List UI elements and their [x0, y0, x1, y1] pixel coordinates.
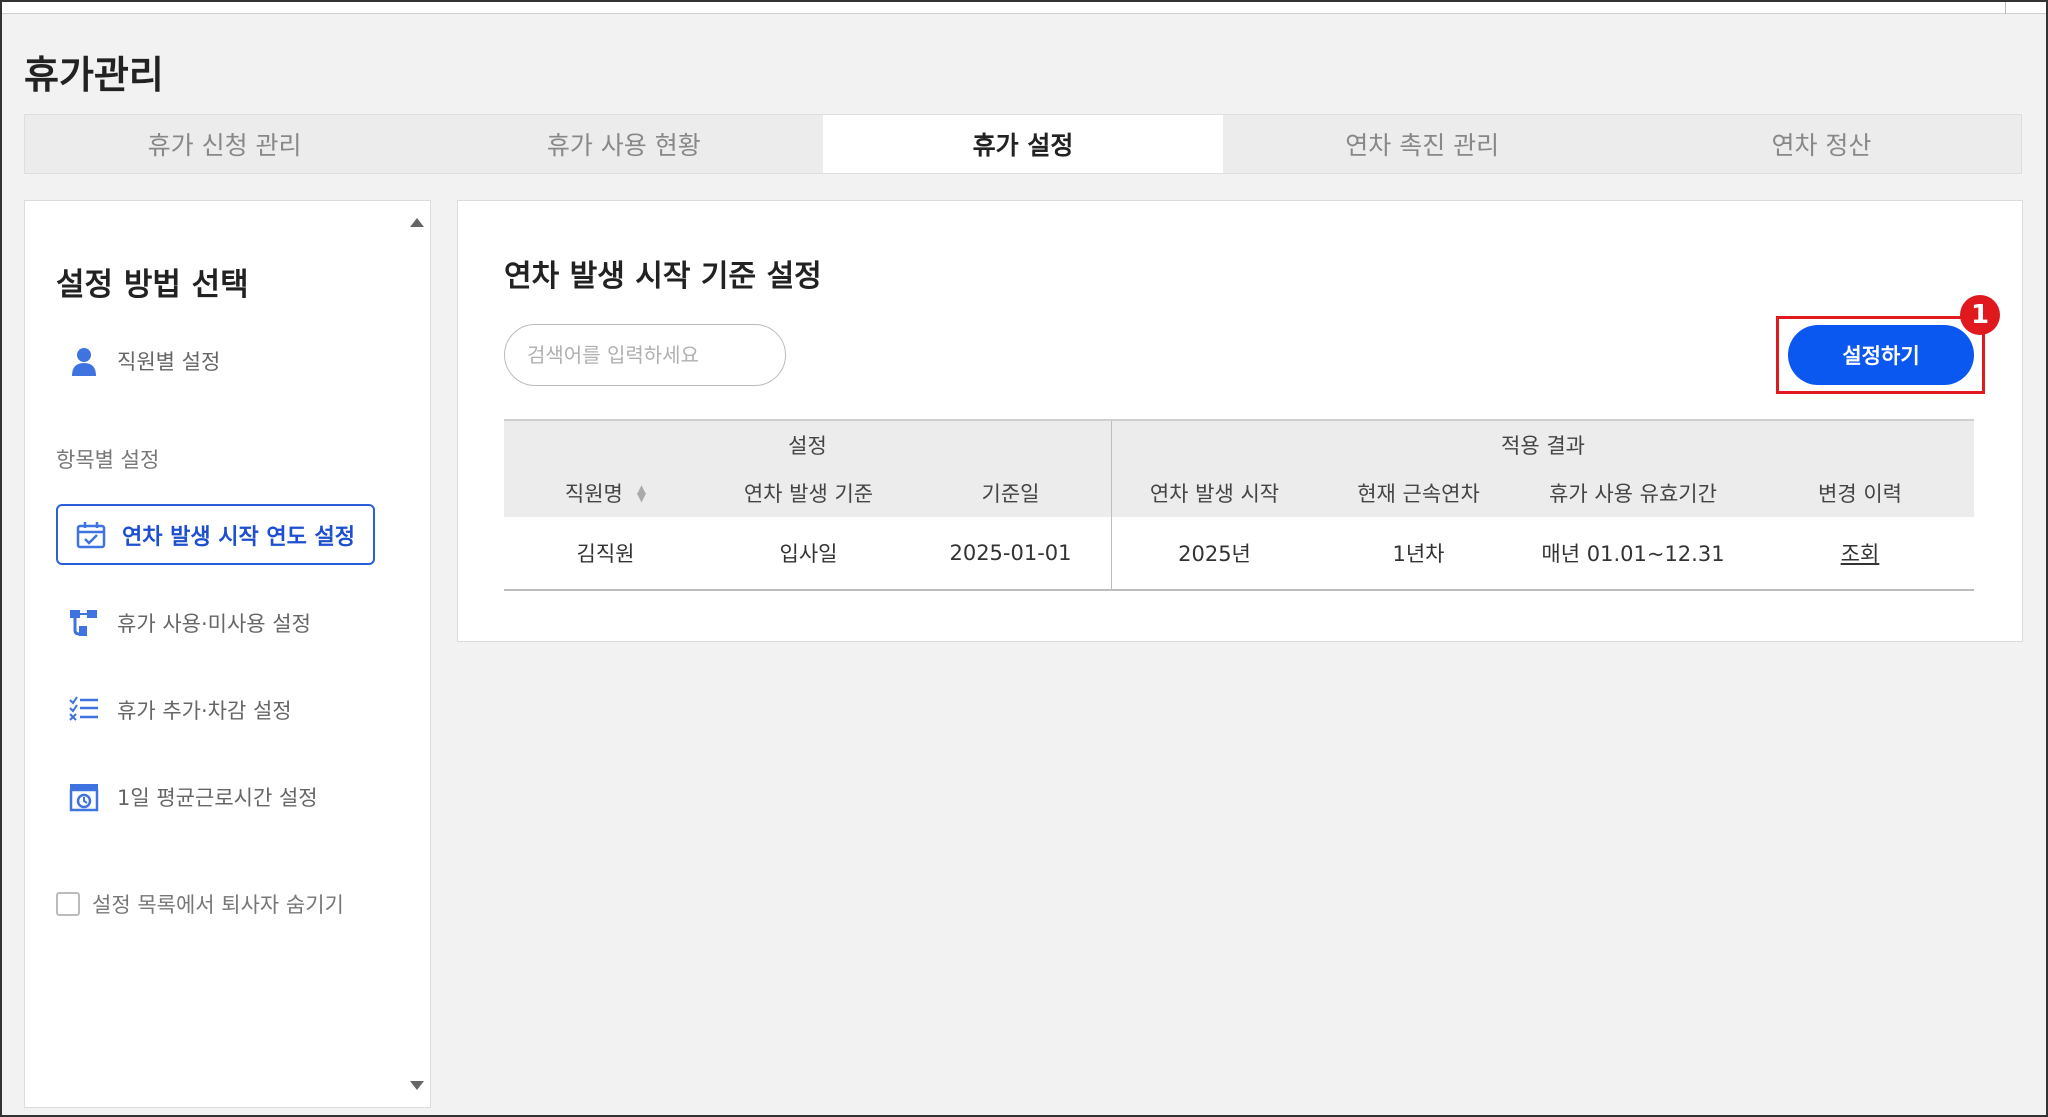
- sidebar-item-label: 휴가 추가·차감 설정: [117, 699, 292, 723]
- column-header-name[interactable]: 직원명 ▲ ▼: [504, 469, 707, 517]
- checklist-icon: [67, 693, 101, 727]
- cell-basis: 입사일: [779, 542, 838, 566]
- history-view-link[interactable]: 조회: [1841, 538, 1880, 568]
- tab-leave-request[interactable]: 휴가 신청 관리: [25, 115, 424, 173]
- scroll-down-arrow-icon[interactable]: [410, 1081, 424, 1090]
- calendar-check-icon: [74, 518, 108, 552]
- top-bar-notch: [2005, 2, 2006, 14]
- tab-leave-usage[interactable]: 휴가 사용 현황: [424, 115, 823, 173]
- sidebar-group-label: 항목별 설정: [56, 448, 160, 472]
- table-group-header: 설정 적용 결과: [504, 419, 1974, 469]
- cell-name: 김직원: [576, 542, 635, 566]
- flow-icon: [67, 606, 101, 640]
- sidebar-item-label: 직원별 설정: [117, 350, 221, 374]
- column-header-basis: 연차 발생 기준: [743, 482, 874, 506]
- clock-box-icon: [67, 780, 101, 814]
- column-header-tenure: 현재 근속연차: [1357, 482, 1480, 506]
- cell-start: 2025년: [1178, 542, 1251, 566]
- sidebar-item-usage[interactable]: 휴가 사용·미사용 설정: [67, 606, 311, 640]
- sidebar-title: 설정 방법 선택: [56, 267, 249, 303]
- sort-icon[interactable]: ▲ ▼: [637, 483, 646, 503]
- top-bar: [2, 2, 2046, 14]
- table-header-row: 직원명 ▲ ▼ 연차 발생 기준 기준일 연차 발생 시작 현재 근속연차 휴가 …: [504, 469, 1974, 517]
- step-badge: 1: [1960, 295, 2000, 335]
- cell-history: 조회: [1746, 517, 1974, 589]
- section-title: 연차 발생 시작 기준 설정: [504, 259, 822, 294]
- sidebar: 설정 방법 선택 직원별 설정 항목별 설정 연차 발생 시작 연도 설정 휴가…: [24, 200, 431, 1108]
- settings-table: 설정 적용 결과 직원명 ▲ ▼ 연차 발생 기준 기준일 연차 발생 시작 현재…: [504, 419, 1974, 591]
- cell-tenure: 1년차: [1392, 542, 1445, 566]
- sidebar-item-avg-hours[interactable]: 1일 평균근로시간 설정: [67, 780, 318, 814]
- tab-annual-promotion[interactable]: 연차 촉진 관리: [1223, 115, 1622, 173]
- tab-leave-settings[interactable]: 휴가 설정: [823, 115, 1223, 173]
- sidebar-item-label: 1일 평균근로시간 설정: [117, 786, 318, 810]
- app-window: 휴가관리 휴가 신청 관리 휴가 사용 현황 휴가 설정 연차 촉진 관리 연차…: [0, 0, 2048, 1117]
- column-header-history: 변경 이력: [1818, 482, 1902, 506]
- column-header-validity: 휴가 사용 유효기간: [1549, 482, 1717, 506]
- page-title: 휴가관리: [24, 53, 164, 97]
- search-input[interactable]: [504, 324, 786, 386]
- checkbox-box[interactable]: [56, 892, 80, 916]
- main-panel: 연차 발생 시작 기준 설정 설정하기 1 설정 적용 결과 직원명 ▲▼ 연차…: [457, 200, 2023, 642]
- sidebar-item-label: 연차 발생 시작 연도 설정: [122, 524, 356, 550]
- sidebar-item-add-deduct[interactable]: 휴가 추가·차감 설정: [67, 693, 292, 727]
- cell-base-date: 2025-01-01: [910, 517, 1112, 589]
- sidebar-item-employee[interactable]: 직원별 설정: [67, 344, 220, 378]
- checkbox-label: 설정 목록에서 퇴사자 숨기기: [92, 893, 344, 917]
- tab-bar: 휴가 신청 관리 휴가 사용 현황 휴가 설정 연차 촉진 관리 연차 정산: [24, 114, 2022, 174]
- group-header-setting: 설정: [504, 421, 1112, 469]
- setting-button[interactable]: 설정하기: [1788, 325, 1974, 385]
- hide-retired-checkbox[interactable]: 설정 목록에서 퇴사자 숨기기: [56, 889, 344, 919]
- sidebar-item-annual-start[interactable]: 연차 발생 시작 연도 설정: [56, 504, 375, 565]
- person-icon: [67, 344, 101, 378]
- column-header-base-date: 기준일: [910, 469, 1112, 517]
- table-row: 김직원 입사일 2025-01-01 2025년 1년차 매년 01.01~12…: [504, 517, 1974, 591]
- column-header-start: 연차 발생 시작: [1149, 482, 1280, 506]
- cell-validity: 매년 01.01~12.31: [1541, 542, 1725, 566]
- sidebar-item-label: 휴가 사용·미사용 설정: [117, 612, 311, 636]
- group-header-result: 적용 결과: [1501, 434, 1585, 458]
- tab-annual-settlement[interactable]: 연차 정산: [1622, 115, 2021, 173]
- scroll-up-arrow-icon[interactable]: [410, 218, 424, 227]
